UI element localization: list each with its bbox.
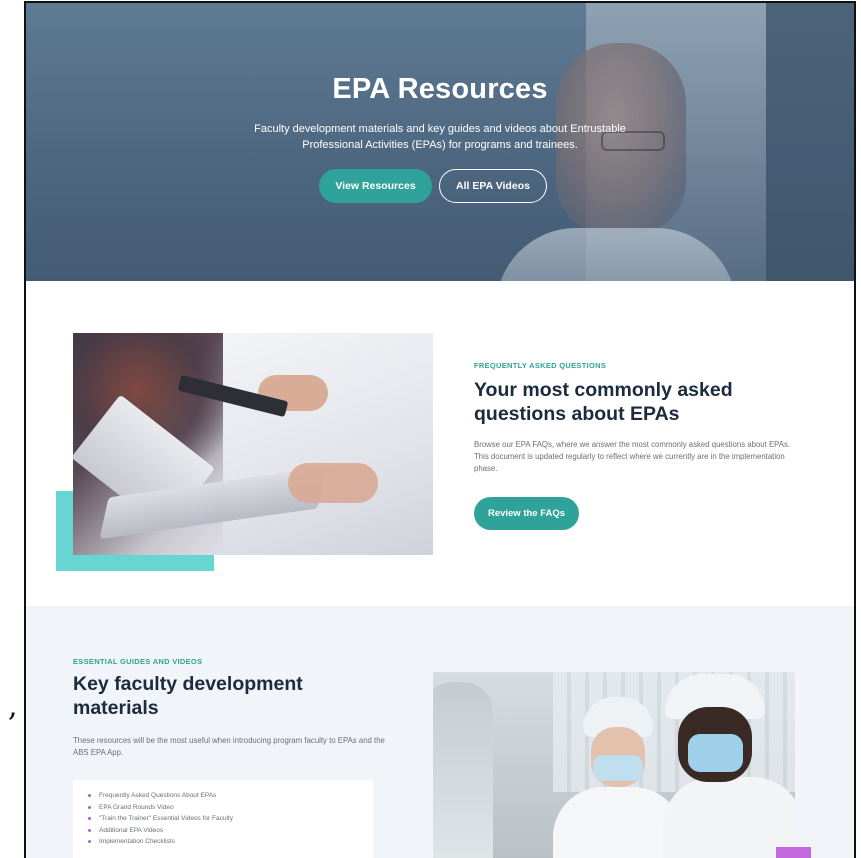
list-item-label: "Train the Trainer" Essential Videos for… bbox=[99, 815, 233, 822]
bullet-icon bbox=[88, 794, 91, 797]
bullet-icon bbox=[88, 828, 91, 832]
list-item-label: Additional EPA Videos bbox=[99, 826, 164, 834]
guides-heading: Key faculty development materials bbox=[73, 673, 303, 719]
photo-face-mask bbox=[593, 755, 643, 781]
guides-eyebrow: ESSENTIAL GUIDES AND VIDEOS bbox=[73, 657, 203, 666]
page-frame: EPA Resources Faculty development materi… bbox=[24, 1, 856, 858]
resources-list-card: Frequently Asked Questions About EPAs EP… bbox=[73, 780, 373, 858]
guides-photo bbox=[433, 672, 795, 858]
photo-lab-coat bbox=[223, 333, 433, 555]
list-item[interactable]: Implementation Checklists bbox=[85, 836, 373, 848]
photo-person-left bbox=[433, 682, 493, 858]
all-epa-videos-button[interactable]: All EPA Videos bbox=[439, 169, 547, 203]
faq-section: FREQUENTLY ASKED QUESTIONS Your most com… bbox=[26, 281, 854, 606]
view-resources-button[interactable]: View Resources bbox=[319, 169, 432, 203]
list-item-label: Frequently Asked Questions About EPAs bbox=[99, 792, 217, 799]
guides-description: These resources will be the most useful … bbox=[73, 736, 385, 757]
list-item[interactable]: Additional EPA Videos bbox=[85, 825, 373, 837]
faq-description: Browse our EPA FAQs, where we answer the… bbox=[474, 440, 791, 473]
bullet-icon bbox=[88, 817, 91, 820]
hero-background-shade bbox=[766, 3, 854, 281]
faq-photo bbox=[73, 333, 433, 555]
list-item-label: Implementation Checklists bbox=[99, 838, 175, 845]
list-item[interactable]: "Train the Trainer" Essential Videos for… bbox=[85, 813, 373, 825]
review-faqs-button[interactable]: Review the FAQs bbox=[474, 497, 579, 530]
faq-heading: Your most commonly asked questions about… bbox=[474, 379, 733, 425]
guides-accent-block bbox=[776, 847, 811, 858]
bullet-icon bbox=[88, 840, 91, 843]
guides-section: ESSENTIAL GUIDES AND VIDEOS Key faculty … bbox=[26, 606, 854, 858]
photo-face-mask bbox=[688, 734, 743, 772]
photo-person-body bbox=[663, 777, 795, 858]
hero-description: Faculty development materials and key gu… bbox=[254, 123, 626, 151]
bullet-icon bbox=[88, 805, 91, 809]
faq-eyebrow: FREQUENTLY ASKED QUESTIONS bbox=[474, 361, 607, 370]
list-item[interactable]: EPA Grand Rounds Video bbox=[85, 802, 373, 814]
list-item-label: EPA Grand Rounds Video bbox=[99, 803, 174, 811]
photo-typing-hand bbox=[288, 463, 378, 503]
hero-section: EPA Resources Faculty development materi… bbox=[26, 3, 854, 281]
list-item[interactable]: Frequently Asked Questions About EPAs bbox=[85, 790, 373, 802]
page-title: EPA Resources bbox=[332, 73, 548, 105]
margin-mark: , bbox=[8, 689, 18, 724]
resources-list: Frequently Asked Questions About EPAs EP… bbox=[73, 780, 373, 848]
